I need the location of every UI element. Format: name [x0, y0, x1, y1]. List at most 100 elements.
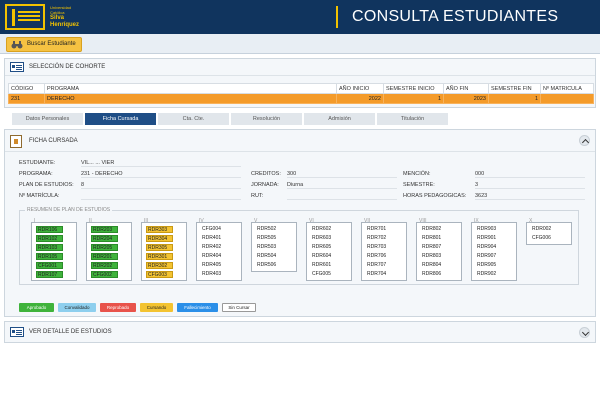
course-item[interactable]: RDR103 — [36, 244, 63, 251]
course-item[interactable]: RDR204 — [91, 235, 118, 242]
course-item[interactable]: RDR105 — [36, 253, 63, 260]
course-item[interactable]: RDR907 — [476, 253, 503, 260]
course-item[interactable]: RDR904 — [476, 244, 503, 251]
semester-column: RDR203 RDR204 RDR205 RDR201 RDR202 CFG002 — [86, 222, 132, 281]
tab-datos-personales[interactable]: Datos Personales — [12, 113, 84, 125]
semester-column: RDR303 RDR304 RDR305 RDR301 RDR302 CFG003 — [141, 222, 187, 281]
cohort-cell-semestre-inicio: 1 — [383, 93, 444, 104]
semester-column: RDR701 RDR702 RDR703 RDR706 RDR707 RDR704 — [361, 222, 407, 281]
course-item[interactable]: RDR804 — [421, 262, 448, 269]
course-item[interactable]: RDR806 — [421, 271, 448, 278]
course-item[interactable]: RDR602 — [311, 226, 338, 233]
course-item[interactable]: RDR605 — [311, 244, 338, 251]
course-item[interactable]: RDR601 — [311, 262, 338, 269]
semester-column: CFG004 RDR401 RDR402 RDR404 RDR405 RDR403 — [196, 222, 242, 281]
course-item[interactable]: RDR202 — [91, 262, 118, 269]
course-item[interactable]: RDR304 — [146, 235, 173, 242]
course-item[interactable]: RDR301 — [146, 253, 173, 260]
toolbar: Buscar Estudiante — [0, 34, 600, 54]
legend-item: Aprobado — [19, 303, 54, 312]
logo-name-2: Henríquez — [50, 22, 80, 28]
search-student-button[interactable]: Buscar Estudiante — [6, 37, 82, 52]
label-estudiante: ESTUDIANTE: — [19, 160, 56, 166]
course-item[interactable]: RDR807 — [421, 244, 448, 251]
page-footer-space — [0, 386, 600, 400]
course-item[interactable]: CFG001 — [36, 262, 63, 269]
label-rut: RUT: — [251, 193, 264, 199]
tab-cta-cte[interactable]: Cta. Cte. — [158, 113, 230, 125]
cohort-cell-programa: DERECHO — [44, 93, 337, 104]
course-item[interactable]: RDR405 — [201, 262, 228, 269]
course-item[interactable]: RDR903 — [476, 226, 503, 233]
university-logo-icon — [5, 4, 45, 30]
course-item[interactable]: RDR203 — [91, 226, 118, 233]
course-item[interactable]: RDR502 — [256, 226, 283, 233]
university-logo-text: Universidad Católica Silva Henríquez — [50, 5, 79, 29]
col-semestre-inicio: SEMESTRE INICIO — [383, 83, 444, 94]
tab-admision[interactable]: Admisión — [304, 113, 376, 125]
course-item[interactable]: RDR704 — [366, 271, 393, 278]
label-jornada: JORNADA: — [251, 182, 279, 188]
ficha-cursada-panel: FICHA CURSADA ESTUDIANTE: VIL... ... VIE… — [4, 129, 596, 317]
course-item[interactable]: RDR701 — [366, 226, 393, 233]
course-item[interactable]: RDR305 — [146, 244, 173, 251]
course-item[interactable]: RDR506 — [256, 262, 283, 269]
course-item[interactable]: RDR402 — [201, 244, 228, 251]
course-item[interactable]: CFG003 — [146, 271, 173, 278]
label-matricula: Nº MATRÍCULA: — [19, 193, 60, 199]
course-item[interactable]: RDR403 — [201, 271, 228, 278]
col-codigo: CÓDIGO — [8, 83, 45, 94]
course-item[interactable]: RDR603 — [311, 235, 338, 242]
course-item[interactable]: RDR803 — [421, 253, 448, 260]
course-item[interactable]: RDR802 — [421, 226, 448, 233]
course-item[interactable]: RDR504 — [256, 253, 283, 260]
tab-titulacion[interactable]: Titulación — [377, 113, 449, 125]
value-rut — [287, 193, 397, 200]
cohort-row-selected[interactable]: 231 DERECHO 2022 1 2023 1 — [8, 93, 594, 104]
course-item[interactable]: RDR107 — [36, 271, 63, 278]
course-item[interactable]: RDR703 — [366, 244, 393, 251]
course-item[interactable]: RDR201 — [91, 253, 118, 260]
student-tabs: Datos Personales Ficha Cursada Cta. Cte.… — [4, 113, 596, 125]
course-item[interactable]: RDR503 — [256, 244, 283, 251]
value-mencion: 000 — [475, 171, 585, 178]
cohort-table: CÓDIGO PROGRAMA AÑO INICIO SEMESTRE INIC… — [8, 83, 594, 104]
plan-summary-title: RESUMEN DE PLAN DE ESTUDIOS — [25, 207, 113, 213]
course-item[interactable]: CFG002 — [91, 271, 118, 278]
course-item[interactable]: RDR706 — [366, 253, 393, 260]
course-item[interactable]: RDR404 — [201, 253, 228, 260]
course-item[interactable]: CFG005 — [311, 271, 338, 278]
course-item[interactable]: RDR902 — [476, 271, 503, 278]
semester-column: RDR002 CFG006 — [526, 222, 572, 245]
course-item[interactable]: RDR702 — [366, 235, 393, 242]
course-item[interactable]: RDR303 — [146, 226, 173, 233]
course-item[interactable]: RDR901 — [476, 235, 503, 242]
course-item[interactable]: RDR102 — [36, 235, 63, 242]
tab-ficha-cursada[interactable]: Ficha Cursada — [85, 113, 157, 125]
course-item[interactable]: RDR505 — [256, 235, 283, 242]
detail-panel-header[interactable]: VER DETALLE DE ESTUDIOS — [5, 322, 595, 343]
col-semestre-fin: SEMESTRE FIN — [488, 83, 541, 94]
cohort-cell-semestre-fin: 1 — [488, 93, 541, 104]
col-anio-inicio: AÑO INICIO — [336, 83, 384, 94]
course-item[interactable]: RDR302 — [146, 262, 173, 269]
course-item[interactable]: RDR002 — [531, 226, 558, 233]
course-item[interactable]: CFG006 — [531, 235, 558, 242]
collapse-ficha-button[interactable] — [579, 135, 590, 146]
course-item[interactable]: RDR401 — [201, 235, 228, 242]
label-creditos: CREDITOS: — [251, 171, 281, 177]
course-item[interactable]: RDR707 — [366, 262, 393, 269]
value-creditos: 300 — [287, 171, 397, 178]
value-estudiante: VIL... ... VIER — [81, 160, 241, 167]
course-item[interactable]: RDR205 — [91, 244, 118, 251]
course-item[interactable]: RDR106 — [36, 226, 63, 233]
course-item[interactable]: RDR905 — [476, 262, 503, 269]
course-item[interactable]: RDR604 — [311, 253, 338, 260]
course-item[interactable]: RDR801 — [421, 235, 448, 242]
detail-list-icon — [10, 327, 24, 337]
expand-detail-button[interactable] — [579, 327, 590, 338]
col-anio-fin: AÑO FIN — [443, 83, 489, 94]
course-item[interactable]: CFG004 — [201, 226, 228, 233]
legend-item: Cursando — [140, 303, 173, 312]
tab-resolucion[interactable]: Resolución — [231, 113, 303, 125]
